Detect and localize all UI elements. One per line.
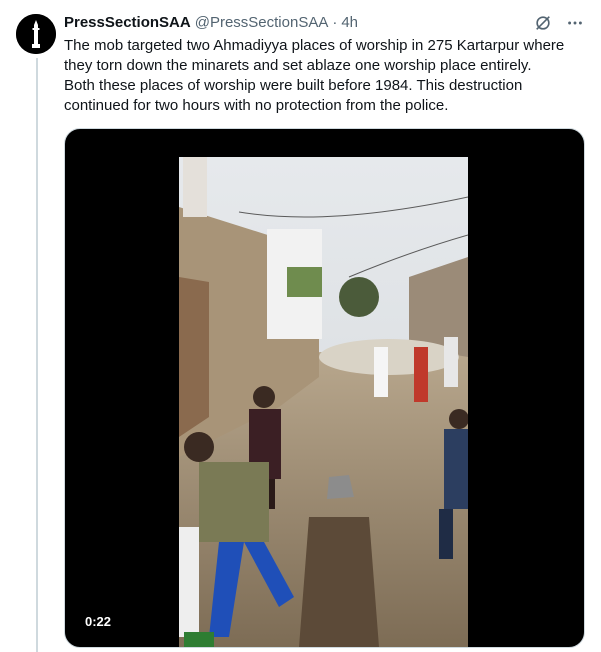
author-handle[interactable]: @PressSectionSAA [195,13,329,33]
grok-button[interactable] [533,13,553,33]
tweet-text-line: continued for two hours with no protecti… [64,97,449,114]
video-thumbnail [179,157,468,647]
more-button[interactable] [565,13,585,33]
tweet-text-line: they torn down the minarets and set abla… [64,57,532,74]
tweet-text-line: The mob targeted two Ahmadiyya places of… [64,37,565,54]
avatar[interactable] [16,14,56,54]
slashed-circle-icon [536,16,550,30]
video-player[interactable]: 0:22 [64,128,585,648]
thread-line [36,58,38,652]
video-frame [179,157,468,647]
video-duration: 0:22 [79,611,118,633]
separator-dot: · [332,14,338,31]
more-dots-icon [568,21,582,25]
header-actions [533,13,585,33]
author-name[interactable]: PressSectionSAA [64,13,191,33]
tweet-header: PressSectionSAA @PressSectionSAA · 4h [64,13,585,33]
minaret-logo-icon [16,14,56,54]
tweet-text-line: Both these places of worship were built … [64,77,523,94]
tweet-time[interactable]: 4h [341,13,358,33]
tweet-text: The mob targeted two Ahmadiyya places of… [64,36,584,116]
